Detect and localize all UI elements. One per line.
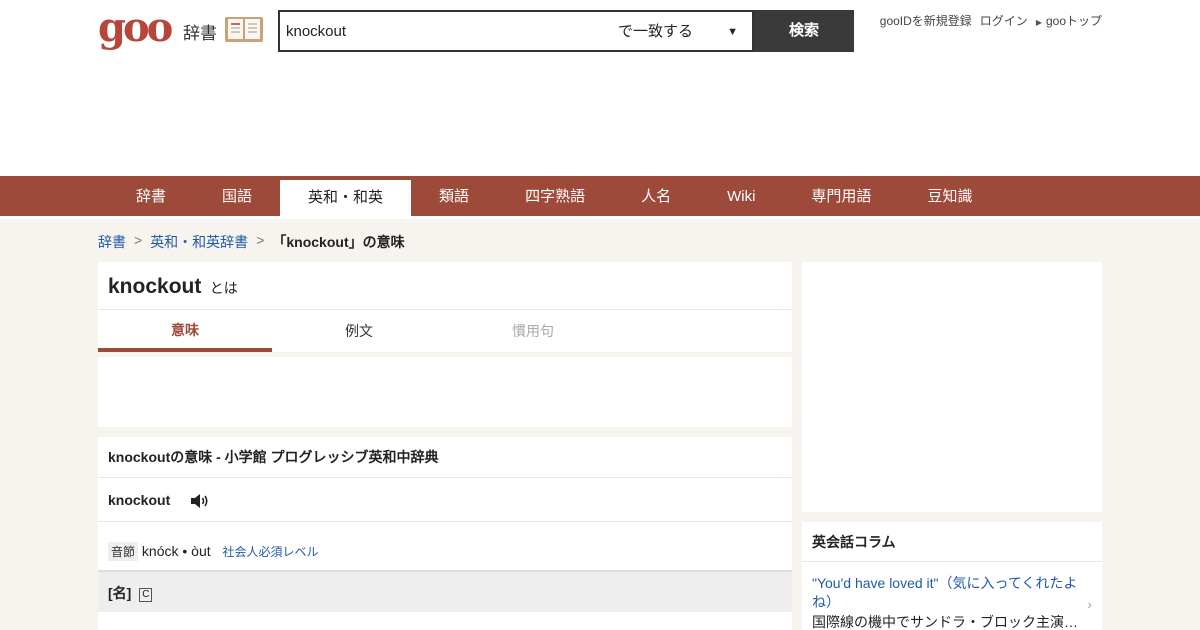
breadcrumb-english-dictionary[interactable]: 英和・和英辞書 <box>150 232 248 252</box>
category-nav: 辞書 国語 英和・和英 類語 四字熟語 人名 Wiki 専門用語 豆知識 <box>0 176 1200 216</box>
breadcrumb: 辞書 > 英和・和英辞書 > 「knockout」の意味 <box>98 232 405 252</box>
countable-badge: C <box>139 588 153 602</box>
column-description: 国際線の機中でサンドラ・ブロック主演… <box>812 614 1078 630</box>
nav-item-dictionary[interactable]: 辞書 <box>108 176 194 216</box>
page-title: knockout とは <box>98 262 792 310</box>
ad-slot <box>98 357 792 427</box>
entry-word: knockout <box>108 492 171 508</box>
tab-examples[interactable]: 例文 <box>272 310 446 352</box>
match-mode-select[interactable]: で一致する ▼ <box>618 12 752 50</box>
title-suffix: とは <box>209 280 238 296</box>
nav-item-wiki[interactable]: Wiki <box>699 176 783 216</box>
sidebar-ad <box>802 262 1102 512</box>
dictionary-heading: knockoutの意味 - 小学館 プログレッシブ英和中辞典 <box>98 437 792 478</box>
chevron-right-icon: › <box>1087 596 1092 612</box>
definition-row <box>98 612 792 630</box>
search-box: で一致する ▼ <box>278 10 754 52</box>
login-link[interactable]: ログイン <box>980 12 1028 29</box>
breadcrumb-separator: > <box>134 232 143 248</box>
column-link[interactable]: "You'd have loved it"（気に入ってくれたよね） <box>812 574 1078 612</box>
search-button[interactable]: 検索 <box>754 10 854 52</box>
breadcrumb-current: 「knockout」の意味 <box>272 234 405 250</box>
speaker-icon[interactable] <box>190 493 210 509</box>
register-link[interactable]: gooIDを新規登録 <box>880 12 972 29</box>
content-tabs: 意味 例文 慣用句 <box>98 310 792 352</box>
goo-logo[interactable]: goo <box>98 8 173 48</box>
breadcrumb-dictionary[interactable]: 辞書 <box>98 232 126 252</box>
level-link[interactable]: 社会人必須レベル <box>223 545 319 559</box>
caret-right-icon: ▶ <box>1035 18 1042 27</box>
entry-headword: knockout <box>98 478 792 522</box>
title-word: knockout <box>108 275 202 298</box>
top-links: gooIDを新規登録 ログイン ▶ gooトップ <box>880 12 1102 29</box>
dictionary-entry: knockoutの意味 - 小学館 プログレッシブ英和中辞典 knockout … <box>98 437 792 630</box>
search-input[interactable] <box>280 12 610 50</box>
column-heading: 英会話コラム <box>802 522 1102 562</box>
pronunciation-row: 音節 knóck • òut 社会人必須レベル <box>98 522 792 572</box>
main-content: knockout とは 意味 例文 慣用句 knockoutの意味 - 小学館 … <box>98 262 792 630</box>
goo-top-link[interactable]: gooトップ <box>1046 14 1102 28</box>
nav-item-japanese[interactable]: 国語 <box>194 176 280 216</box>
book-icon <box>225 17 263 42</box>
syllable-badge: 音節 <box>108 542 139 561</box>
nav-item-terms[interactable]: 専門用語 <box>783 176 899 216</box>
pronunciation: knóck • òut <box>141 543 211 559</box>
match-mode-label: で一致する <box>618 23 694 40</box>
nav-item-thesaurus[interactable]: 類語 <box>411 176 497 216</box>
nav-item-english[interactable]: 英和・和英 <box>280 180 412 216</box>
tab-idioms: 慣用句 <box>512 323 554 339</box>
tab-meaning[interactable]: 意味 <box>98 310 272 352</box>
nav-item-people[interactable]: 人名 <box>613 176 699 216</box>
nav-item-trivia[interactable]: 豆知識 <box>899 176 1000 216</box>
column-item[interactable]: "You'd have loved it"（気に入ってくれたよね） 国際線の機中… <box>802 562 1102 630</box>
dropdown-arrow-icon: ▼ <box>727 26 738 38</box>
english-column: 英会話コラム "You'd have loved it"（気に入ってくれたよね）… <box>802 522 1102 630</box>
nav-divider <box>0 216 1200 219</box>
site-header: goo 辞書 で一致する ▼ 検索 gooIDを新規登録 ログイン ▶ gooトッ… <box>0 0 1200 176</box>
breadcrumb-separator: > <box>256 232 265 248</box>
nav-item-yojijukugo[interactable]: 四字熟語 <box>497 176 613 216</box>
dictionary-label[interactable]: 辞書 <box>183 19 217 44</box>
pos-label: [名] <box>108 585 132 601</box>
part-of-speech: [名] C <box>98 572 792 612</box>
